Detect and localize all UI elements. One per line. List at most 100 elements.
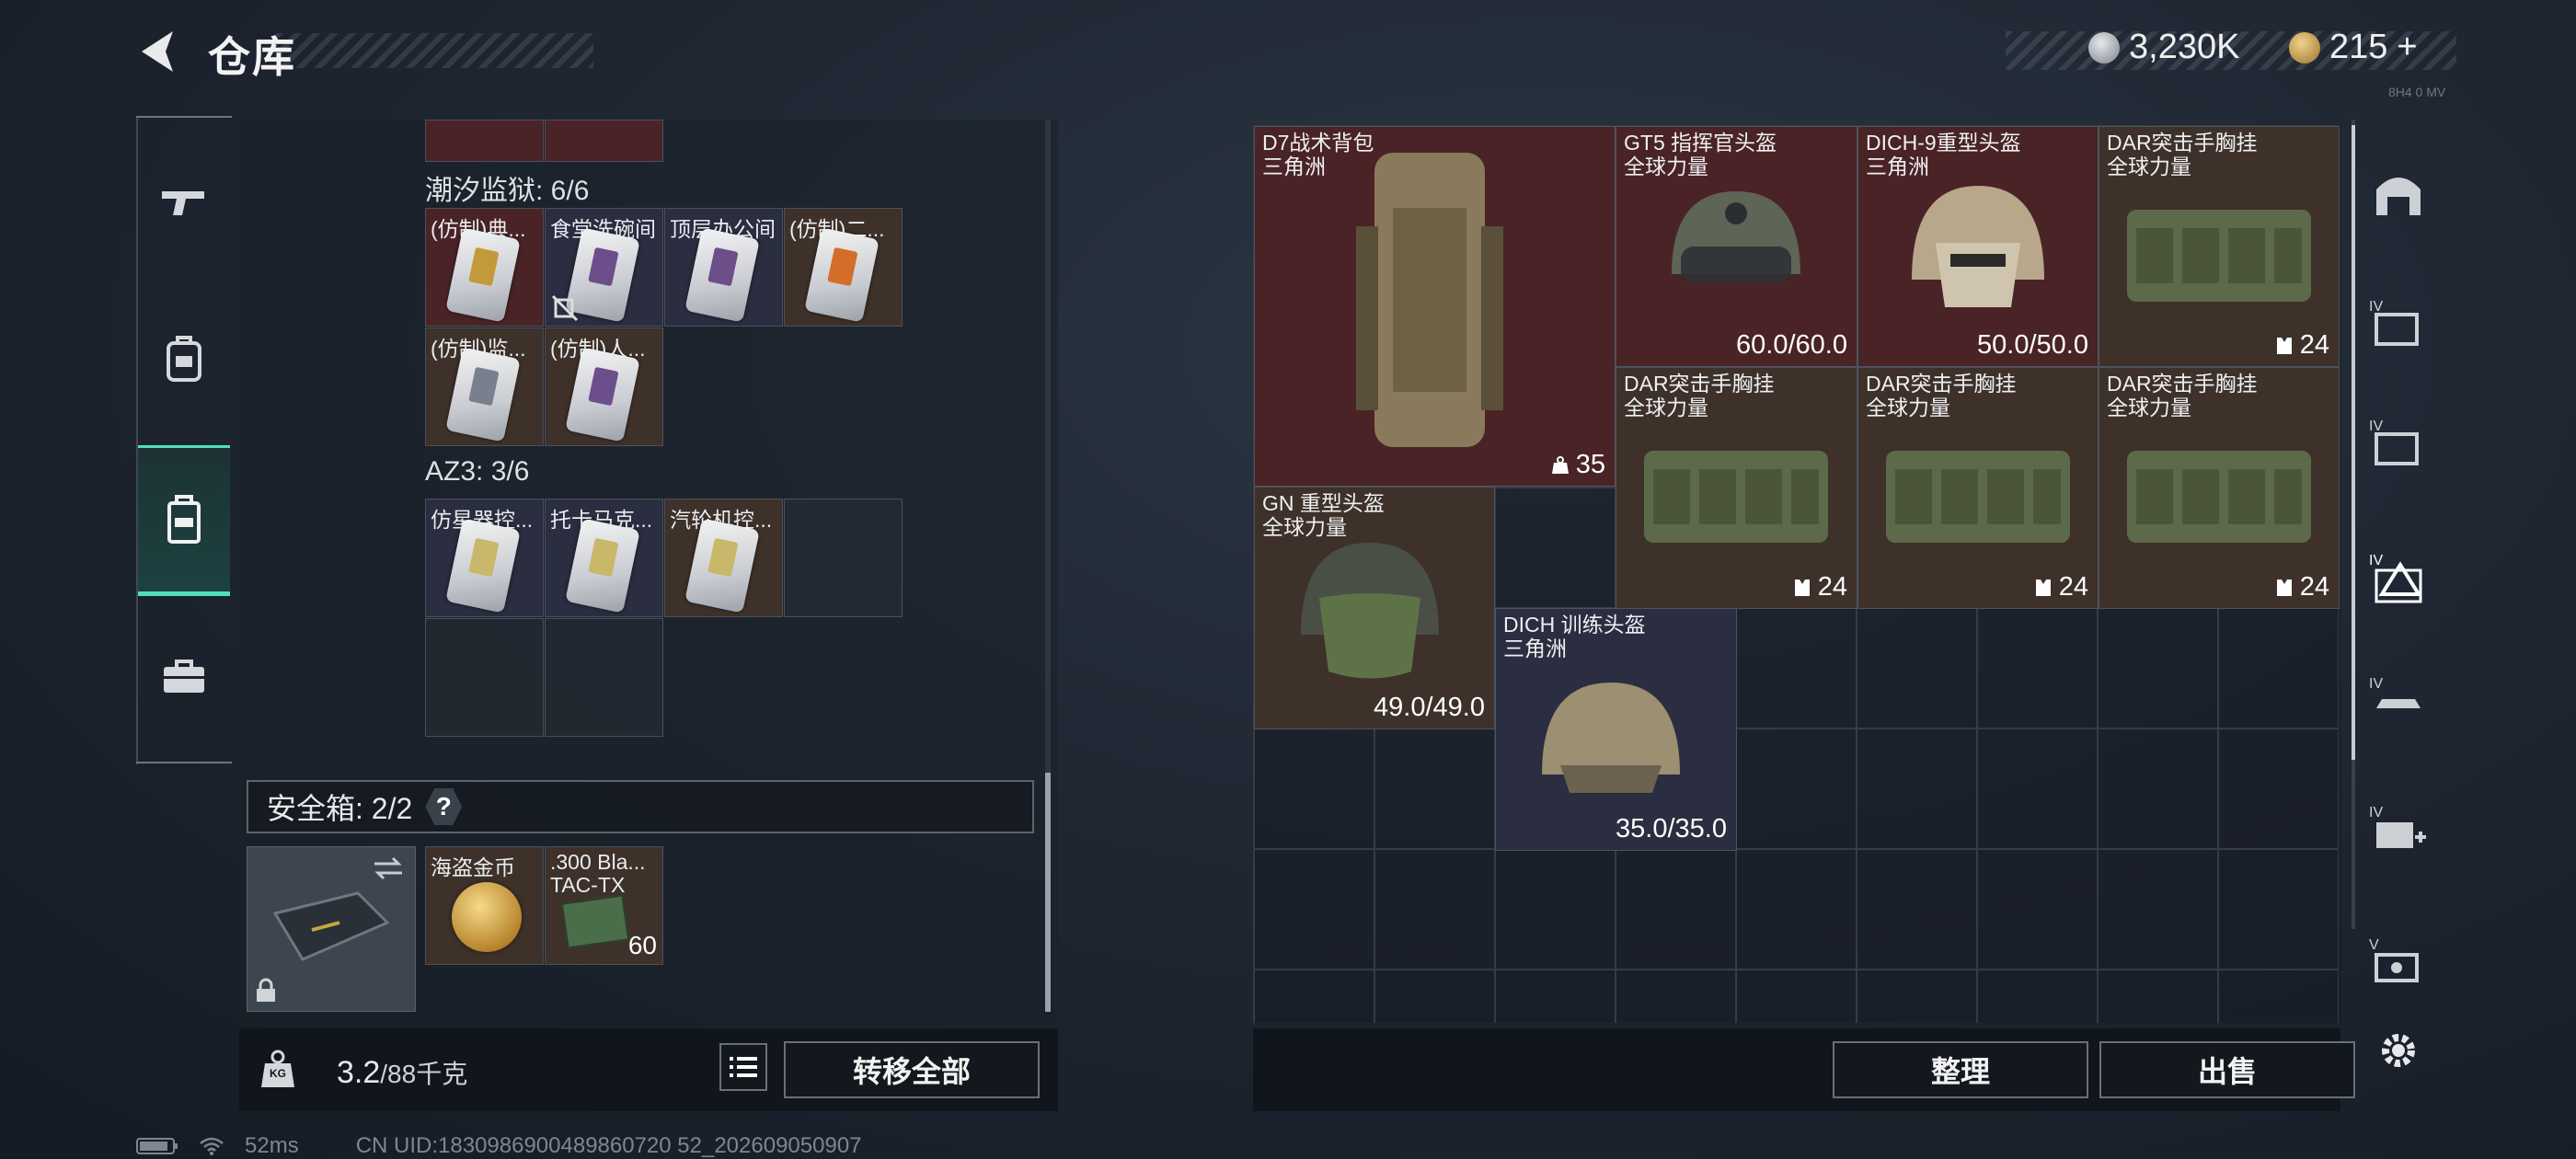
- durability-badge: 24: [2274, 330, 2329, 361]
- keycard-item[interactable]: (仿制)典...: [425, 208, 544, 327]
- cut-off-cell[interactable]: [425, 120, 544, 162]
- storage-tab-2-icon[interactable]: IV: [2357, 386, 2440, 497]
- ammo-box-icon: [560, 894, 630, 949]
- list-view-button[interactable]: [719, 1043, 767, 1091]
- sort-button[interactable]: 整理: [1833, 1041, 2088, 1098]
- chest-rig-image: [2127, 451, 2311, 543]
- helmet-item[interactable]: DICH 训练头盔 三角洲 35.0/35.0: [1495, 608, 1737, 851]
- section-title: AZ3: 3/6: [425, 456, 530, 487]
- gold-coin-icon: [2289, 31, 2320, 63]
- briefcase-icon[interactable]: [138, 622, 230, 732]
- sell-button[interactable]: 出售: [2099, 1041, 2355, 1098]
- safe-box-slot[interactable]: [247, 846, 416, 1012]
- keycard-item[interactable]: 食堂洗碗间: [545, 208, 663, 327]
- right-rail-thumb[interactable]: [2352, 125, 2355, 760]
- no-trade-icon: [551, 294, 579, 322]
- keycard-item[interactable]: (仿制)人...: [545, 327, 663, 446]
- uid-label: CN UID:1830986900489860720 52_2026090509…: [355, 1133, 862, 1158]
- storage-home-icon[interactable]: [2357, 138, 2440, 248]
- keycard-item[interactable]: 汽轮机控...: [664, 499, 783, 617]
- safe-case-icon: [272, 891, 390, 961]
- bag-icon: [1551, 455, 1569, 474]
- help-icon[interactable]: ?: [425, 788, 463, 825]
- keycard-item[interactable]: (仿制)二...: [784, 208, 903, 327]
- add-currency-icon[interactable]: +: [2397, 28, 2417, 67]
- scrollbar-thumb[interactable]: [1045, 773, 1051, 1012]
- empty-slot[interactable]: [545, 618, 663, 737]
- vest-icon: [2276, 337, 2292, 354]
- cut-off-cell[interactable]: [545, 120, 663, 162]
- vest-icon: [2276, 579, 2292, 596]
- chest-rig-item[interactable]: DAR突击手胸挂 全球力量 24: [2099, 126, 2340, 367]
- storage-tab-1-icon[interactable]: IV: [2357, 267, 2440, 377]
- empty-slot[interactable]: [425, 618, 544, 737]
- storage-tab-3-icon[interactable]: IV: [2357, 522, 2440, 633]
- durability-badge: 24: [1792, 572, 1847, 602]
- helmet-image: [1672, 191, 1800, 283]
- weight-icon: KG: [254, 1045, 302, 1093]
- version-label: 8H4 0 MV: [2388, 85, 2446, 99]
- capacity-badge: 35: [1550, 450, 1605, 480]
- chest-rig-item[interactable]: DAR突击手胸挂 全球力量 24: [2099, 367, 2340, 609]
- keycard-item[interactable]: 托卡马克...: [545, 499, 663, 617]
- currency-silver-value: 3,230K: [2129, 28, 2240, 66]
- keycard-item[interactable]: (仿制)监...: [425, 327, 544, 446]
- chest-rig-item[interactable]: DAR突击手胸挂 全球力量 24: [1616, 367, 1857, 609]
- svg-text:V: V: [2369, 937, 2379, 953]
- transfer-all-button[interactable]: 转移全部: [784, 1041, 1040, 1098]
- gold-coin-icon: [452, 882, 522, 952]
- durability-badge: 24: [2274, 572, 2329, 602]
- weight-readout: 3.2/88千克: [337, 1054, 467, 1091]
- svg-text:IV: IV: [2369, 419, 2383, 434]
- backpack-item[interactable]: D7战术背包 三角洲 35: [1254, 126, 1616, 487]
- helmet-item[interactable]: GT5 指挥官头盔 全球力量 60.0/60.0: [1616, 126, 1857, 367]
- back-button[interactable]: [132, 26, 184, 77]
- lock-icon: [257, 978, 275, 1002]
- weight-capacity: /88千克: [380, 1060, 468, 1088]
- helmet-item[interactable]: GN 重型头盔 全球力量 49.0/49.0: [1254, 487, 1495, 729]
- vest-icon: [1794, 579, 1810, 596]
- keycard-item[interactable]: 顶层办公间: [664, 208, 783, 327]
- svg-text:IV: IV: [2369, 805, 2383, 820]
- wifi-icon: [200, 1137, 224, 1155]
- rail-top-line: [136, 116, 232, 118]
- durability-badge: 24: [2033, 572, 2088, 602]
- swap-icon[interactable]: [371, 855, 406, 882]
- pistol-icon[interactable]: [138, 147, 230, 258]
- chest-rig-image: [1644, 451, 1828, 543]
- empty-slot[interactable]: [784, 499, 903, 617]
- chest-rig-image: [2127, 210, 2311, 302]
- helmet-image: [1301, 543, 1439, 679]
- helmet-image: [1542, 683, 1680, 793]
- currency-silver: 3,230K: [2088, 28, 2239, 67]
- battery-icon: [136, 1138, 178, 1154]
- chest-rig-item[interactable]: DAR突击手胸挂 全球力量 24: [1857, 367, 2099, 609]
- storage-tab-5-icon[interactable]: IV: [2357, 773, 2440, 883]
- currency-gold[interactable]: 215 +: [2289, 28, 2418, 67]
- ping-label: 52ms: [245, 1133, 299, 1158]
- keycard-item[interactable]: 仿星器控...: [425, 499, 544, 617]
- safe-box-title: 安全箱: 2/2: [267, 792, 413, 825]
- weight-current: 3.2: [337, 1055, 381, 1090]
- backpack-image: [1356, 153, 1503, 447]
- ammo-item[interactable]: .300 Bla... TAC-TX 60: [545, 846, 663, 965]
- page-title: 仓库: [208, 33, 296, 81]
- rig-icon[interactable]: [138, 445, 230, 596]
- section-title: 潮汐监狱: 6/6: [425, 176, 590, 206]
- safe-box-header: 安全箱: 2/2 ?: [247, 780, 1034, 833]
- settings-gear-icon[interactable]: [2357, 995, 2440, 1106]
- svg-text:IV: IV: [2369, 299, 2383, 315]
- chest-rig-image: [1886, 451, 2070, 543]
- silver-coin-icon: [2088, 31, 2120, 63]
- rail-bottom-line: [136, 762, 232, 763]
- svg-text:IV: IV: [2369, 553, 2383, 568]
- backpack-icon[interactable]: [138, 304, 230, 414]
- pirate-coin-item[interactable]: 海盗金币: [425, 846, 544, 965]
- vest-icon: [2035, 579, 2051, 596]
- title-stripe: [276, 33, 593, 68]
- currency-gold-value: 215: [2329, 28, 2388, 66]
- svg-text:IV: IV: [2369, 676, 2383, 692]
- list-icon: [730, 1057, 757, 1077]
- storage-tab-4-icon[interactable]: IV: [2357, 644, 2440, 754]
- helmet-item[interactable]: DICH-9重型头盔 三角洲 50.0/50.0: [1857, 126, 2099, 367]
